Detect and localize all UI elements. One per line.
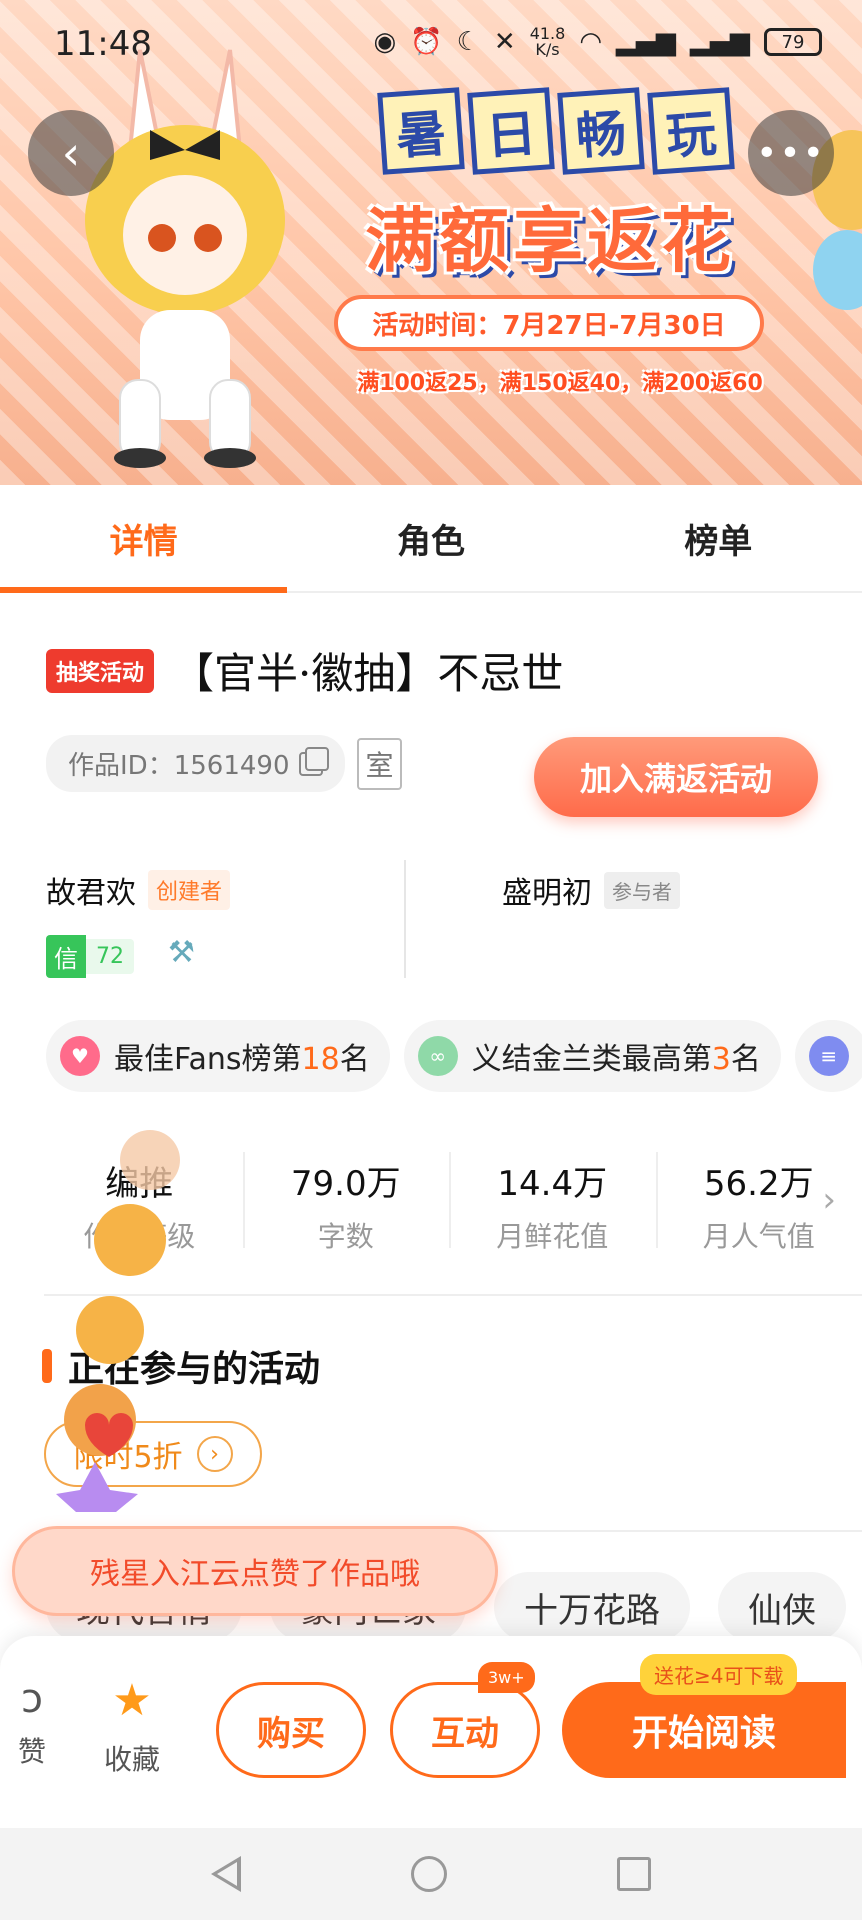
activity-banner[interactable]: 11:48 ◉ ⏰ ☾ ✕ 41.8 K/s ◠ ▂▄▆ ▂▄▆ 79 暑 日 …	[0, 0, 862, 485]
work-id-text: 作品ID：1561490	[68, 751, 290, 781]
banner-title-char: 畅	[557, 87, 645, 175]
moon-icon: ☾	[456, 27, 480, 57]
banner-title-chars: 暑 日 畅 玩	[377, 87, 735, 175]
alarm-icon: ⏰	[410, 27, 443, 57]
work-title-row: 抽奖活动 【官半·徽抽】不忌世	[46, 640, 563, 701]
favorite-button[interactable]: ★ 收藏	[92, 1676, 172, 1778]
banner-rebate-rules: 满100返25，满150返40，满200返60	[357, 371, 763, 396]
eye-icon: ◉	[373, 27, 397, 57]
wifi-icon: ◠	[579, 27, 602, 57]
stat-label: 月鲜花值	[496, 1219, 609, 1253]
system-navigation-bar	[0, 1828, 862, 1920]
start-reading-button[interactable]: 开始阅读	[562, 1682, 846, 1778]
rings-icon: ∞	[417, 1036, 458, 1076]
author-creator[interactable]: 故君欢 创建者	[46, 868, 231, 912]
network-speed: 41.8 K/s	[529, 24, 566, 59]
like-notification-toast: 残星入江云点赞了作品哦	[12, 1526, 498, 1616]
creator-name: 故君欢	[46, 876, 136, 911]
status-icons: ◉ ⏰ ☾ ✕ 41.8 K/s ◠ ▂▄▆ ▂▄▆ 79	[374, 26, 822, 58]
chevron-left-icon: ‹	[61, 126, 81, 180]
ranking-chips: ♥ 最佳Fans榜第18名 ∞ 义结金兰类最高第3名 ≡	[46, 1020, 862, 1092]
tag-chip[interactable]: 仙侠	[718, 1572, 846, 1642]
banner-title-card: 暑 日 畅 玩 满额享返花 活动时间：7月27日-7月30日 满100返25，满…	[300, 70, 800, 410]
join-rebate-activity-button[interactable]: 加入满返活动	[534, 737, 818, 817]
stat-label: 月人气值	[702, 1219, 815, 1253]
heart-icon: ♥	[60, 1036, 100, 1076]
interact-button[interactable]: 互动	[390, 1682, 540, 1778]
author-divider	[404, 860, 406, 978]
member-name: 盛明初	[502, 876, 592, 911]
nav-home-icon[interactable]	[411, 1856, 447, 1892]
chevron-right-circle-icon: ›	[196, 1436, 233, 1472]
stat-value: 14.4万	[497, 1163, 608, 1204]
more-button[interactable]: •••	[748, 110, 834, 196]
stat-value: 79.0万	[290, 1163, 401, 1204]
tool-icon: ⚒	[168, 935, 195, 970]
trust-value: 72	[86, 939, 134, 974]
nav-back-icon[interactable]	[211, 1856, 241, 1892]
tag-chip[interactable]: 十万花路	[494, 1572, 690, 1642]
member-role-badge: 参与者	[604, 871, 680, 909]
stat-monthly-flowers: 14.4万 月鲜花值	[449, 1140, 656, 1270]
interact-count-badge: 3w+	[478, 1662, 535, 1693]
download-tip-badge: 送花≥4可下载	[640, 1654, 798, 1695]
like-label: 赞	[17, 1735, 46, 1768]
nav-recents-icon[interactable]	[617, 1857, 651, 1891]
copy-icon[interactable]	[299, 746, 330, 776]
work-id-chip[interactable]: 作品ID：1561490	[46, 735, 346, 792]
signal-icon: ▂▄▆	[616, 27, 676, 57]
star-icon: ★	[112, 1675, 152, 1726]
ranking-text: 最佳Fans榜第18名	[114, 1042, 370, 1077]
banner-title-char: 日	[467, 87, 555, 175]
bottom-action-bar: ↄ 赞 ★ 收藏 购买 互动 3w+ 开始阅读 送花≥4可下载	[0, 1636, 862, 1828]
tab-characters[interactable]: 角色	[287, 485, 574, 591]
stat-label: 字数	[317, 1219, 374, 1253]
banner-title-char: 玩	[647, 87, 735, 175]
trust-score-badge: 信 72	[46, 935, 134, 978]
list-icon: ≡	[808, 1036, 849, 1076]
creator-role-badge: 创建者	[148, 870, 231, 910]
room-badge[interactable]: 室	[357, 737, 402, 790]
thumb-up-icon: ↄ	[21, 1676, 43, 1722]
chevron-right-icon[interactable]: ›	[822, 1180, 836, 1220]
battery-indicator: 79	[764, 28, 822, 56]
work-title: 【官半·徽抽】不忌世	[172, 649, 564, 698]
tab-rankings[interactable]: 榜单	[575, 485, 862, 591]
ranking-chip-more[interactable]: ≡	[794, 1020, 862, 1092]
like-button[interactable]: ↄ 赞	[12, 1676, 52, 1770]
back-button[interactable]: ‹	[28, 110, 114, 196]
trust-label: 信	[46, 935, 86, 978]
work-id-row: 作品ID：1561490 室	[46, 735, 402, 792]
lottery-badge: 抽奖活动	[46, 648, 155, 693]
stat-word-count: 79.0万 字数	[242, 1140, 450, 1270]
ranking-chip-sworn[interactable]: ∞ 义结金兰类最高第3名	[403, 1020, 781, 1092]
mascot-animation	[56, 1130, 180, 1512]
authors-section: 故君欢 创建者 信 72 ⚒ 盛明初 参与者	[46, 860, 846, 980]
tab-details[interactable]: 详情	[0, 485, 288, 593]
mute-icon: ✕	[493, 27, 516, 57]
banner-character-illustration	[85, 49, 285, 468]
ranking-chip-fans[interactable]: ♥ 最佳Fans榜第18名	[46, 1020, 390, 1092]
favorite-label: 收藏	[103, 1743, 160, 1776]
buy-button[interactable]: 购买	[216, 1682, 366, 1778]
author-member[interactable]: 盛明初 参与者	[502, 868, 680, 912]
signal-icon-2: ▂▄▆	[690, 27, 750, 57]
stat-value: 56.2万	[703, 1163, 814, 1204]
banner-title-char: 暑	[377, 87, 465, 175]
more-dots-icon: •••	[756, 132, 826, 174]
ranking-text: 义结金兰类最高第3名	[471, 1042, 761, 1077]
banner-headline: 满额享返花	[365, 200, 735, 282]
detail-tabs: 详情 角色 榜单	[0, 485, 862, 593]
banner-event-time: 活动时间：7月27日-7月30日	[334, 295, 764, 351]
